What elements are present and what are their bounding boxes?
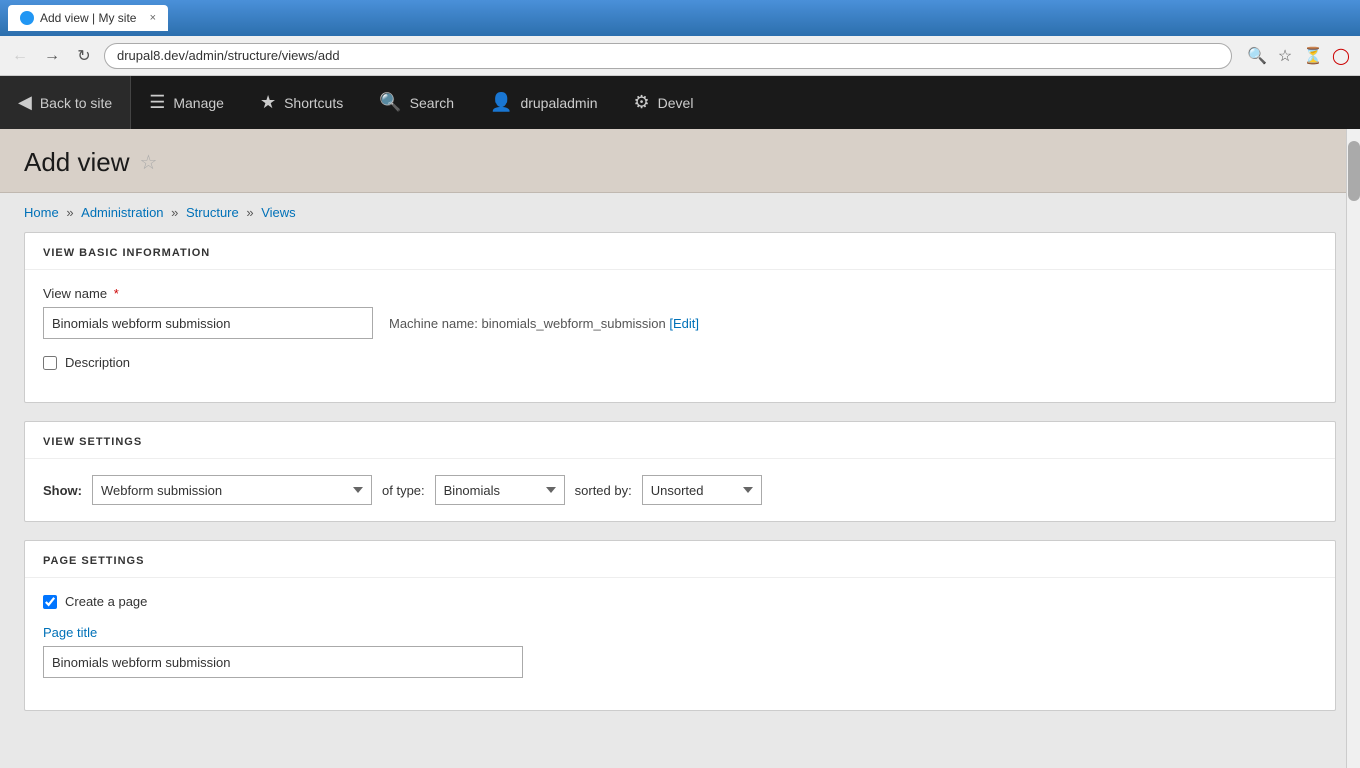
page-title-field-label: Page title — [43, 625, 1317, 640]
breadcrumb-administration[interactable]: Administration — [81, 205, 163, 220]
create-page-label[interactable]: Create a page — [65, 594, 147, 609]
type-select[interactable]: Binomials All Contact — [435, 475, 565, 505]
view-basic-info-section: VIEW BASIC INFORMATION View name * Machi… — [24, 232, 1336, 403]
tab-close-button[interactable]: × — [150, 12, 156, 24]
show-row: Show: Webform submission Content Files U… — [43, 475, 1317, 505]
page-title: Add view — [24, 147, 130, 178]
tab-favicon — [20, 11, 34, 25]
page-content: Add view ☆ Home » Administration » Struc… — [0, 129, 1360, 768]
create-page-checkbox[interactable] — [43, 595, 57, 609]
description-checkbox-row: Description — [43, 355, 1317, 370]
main-content: VIEW BASIC INFORMATION View name * Machi… — [0, 232, 1360, 753]
show-label: Show: — [43, 483, 82, 498]
tab-title: Add view | My site — [40, 11, 136, 25]
machine-name-hint: Machine name: binomials_webform_submissi… — [389, 316, 699, 331]
breadcrumb-structure[interactable]: Structure — [186, 205, 239, 220]
view-settings-section: VIEW SETTINGS Show: Webform submission C… — [24, 421, 1336, 522]
view-name-group: View name * Machine name: binomials_webf… — [43, 286, 1317, 339]
show-select[interactable]: Webform submission Content Files Users — [92, 475, 372, 505]
user-menu[interactable]: 👤 drupaladmin — [472, 76, 615, 129]
search-label: Search — [410, 95, 454, 111]
sorted-select[interactable]: Unsorted Newest first Oldest first Title — [642, 475, 762, 505]
page-settings-section: PAGE SETTINGS Create a page Page title — [24, 540, 1336, 711]
back-button[interactable]: ← — [8, 44, 32, 68]
browser-nav: ← → ↻ 🔍 ☆ ⏳ ◯ — [0, 36, 1360, 76]
breadcrumb-home[interactable]: Home — [24, 205, 59, 220]
create-page-checkbox-row: Create a page — [43, 594, 1317, 609]
page-title-group: Page title — [43, 625, 1317, 678]
description-group: Description — [43, 355, 1317, 370]
browser-chrome: Add view | My site × — [0, 0, 1360, 36]
star-button[interactable]: ☆ — [1274, 45, 1296, 67]
of-type-label: of type: — [382, 483, 425, 498]
admin-toolbar: ◀ Back to site ☰ Manage ★ Shortcuts 🔍 Se… — [0, 76, 1360, 129]
sorted-by-label: sorted by: — [575, 483, 632, 498]
view-basic-info-body: View name * Machine name: binomials_webf… — [25, 270, 1335, 402]
view-settings-header: VIEW SETTINGS — [25, 422, 1335, 459]
description-checkbox[interactable] — [43, 356, 57, 370]
forward-button[interactable]: → — [40, 44, 64, 68]
scrollbar-thumb[interactable] — [1348, 141, 1360, 201]
required-marker: * — [114, 286, 119, 301]
shortcuts-label: Shortcuts — [284, 95, 343, 111]
manage-label: Manage — [173, 95, 224, 111]
user-label: drupaladmin — [520, 95, 597, 111]
back-arrow-icon: ◀ — [18, 92, 32, 113]
create-page-group: Create a page — [43, 594, 1317, 609]
manage-button[interactable]: ☰ Manage — [131, 76, 242, 129]
breadcrumb-views[interactable]: Views — [261, 205, 295, 220]
refresh-button[interactable]: ↻ — [72, 44, 96, 68]
description-label[interactable]: Description — [65, 355, 130, 370]
shortcuts-button[interactable]: ★ Shortcuts — [242, 76, 361, 129]
breadcrumb: Home » Administration » Structure » View… — [0, 193, 1360, 232]
gear-icon: ⚙ — [634, 92, 650, 113]
zoom-button[interactable]: 🔍 — [1246, 45, 1268, 67]
history-button[interactable]: ⏳ — [1302, 45, 1324, 67]
breadcrumb-sep-2: » — [171, 205, 182, 220]
user-icon: 👤 — [490, 92, 512, 113]
page-header: Add view ☆ — [0, 129, 1360, 193]
view-basic-info-header: VIEW BASIC INFORMATION — [25, 233, 1335, 270]
devel-label: Devel — [658, 95, 694, 111]
menu-button[interactable]: ◯ — [1330, 45, 1352, 67]
bookmark-icon[interactable]: ☆ — [140, 150, 158, 175]
page-settings-header: PAGE SETTINGS — [25, 541, 1335, 578]
view-settings-body: Show: Webform submission Content Files U… — [25, 459, 1335, 521]
back-to-site-button[interactable]: ◀ Back to site — [0, 76, 131, 129]
address-bar[interactable] — [104, 43, 1232, 69]
view-name-label: View name * — [43, 286, 1317, 301]
page-settings-body: Create a page Page title — [25, 578, 1335, 710]
search-icon: 🔍 — [379, 92, 401, 113]
hamburger-icon: ☰ — [149, 92, 165, 113]
browser-tab[interactable]: Add view | My site × — [8, 5, 168, 31]
nav-icons: 🔍 ☆ ⏳ ◯ — [1246, 45, 1352, 67]
scrollbar[interactable] — [1346, 129, 1360, 768]
breadcrumb-sep-3: » — [246, 205, 257, 220]
devel-menu[interactable]: ⚙ Devel — [616, 76, 712, 129]
star-icon: ★ — [260, 92, 276, 113]
back-to-site-label: Back to site — [40, 95, 112, 111]
search-button[interactable]: 🔍 Search — [361, 76, 472, 129]
breadcrumb-sep-1: » — [66, 205, 77, 220]
view-name-input[interactable] — [43, 307, 373, 339]
page-title-input[interactable] — [43, 646, 523, 678]
